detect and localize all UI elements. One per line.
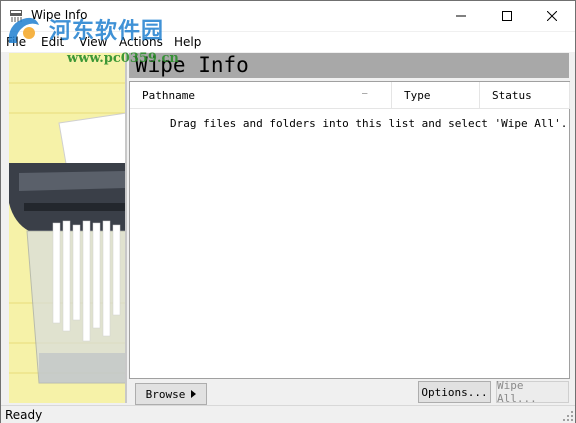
resize-grip-icon[interactable] <box>563 411 573 421</box>
status-text: Ready <box>5 408 43 422</box>
arrow-right-icon <box>191 390 197 398</box>
watermark-logo-icon <box>8 17 39 43</box>
file-list[interactable]: Pathname – Type Status Drag files and fo… <box>129 81 570 379</box>
app-window: Wipe Info File Edit View Actions Help <box>0 0 576 423</box>
maximize-icon <box>502 11 512 21</box>
wipe-all-button-label: Wipe All... <box>497 379 537 405</box>
menu-help[interactable]: Help <box>174 35 201 49</box>
maximize-button[interactable] <box>484 1 530 31</box>
browse-button[interactable]: Browse <box>135 383 207 405</box>
banner: Wipe Info <box>129 53 569 78</box>
column-header-pathname[interactable]: Pathname – <box>130 82 392 109</box>
minimize-icon <box>456 15 466 17</box>
wipe-all-button[interactable]: Wipe All... <box>496 379 569 405</box>
sort-indicator-icon: – <box>362 89 368 99</box>
column-label-type: Type <box>404 89 431 102</box>
options-button[interactable]: Options... <box>418 381 491 403</box>
column-label-pathname: Pathname <box>142 89 195 102</box>
shredder-artwork <box>9 53 127 403</box>
options-button-label: Options... <box>421 385 488 399</box>
close-icon <box>547 11 557 21</box>
browse-button-label: Browse <box>145 387 186 401</box>
empty-list-hint: Drag files and folders into this list an… <box>170 117 568 130</box>
close-button[interactable] <box>529 1 575 31</box>
column-label-status: Status <box>492 89 532 102</box>
watermark-text: 河东软件园 <box>49 18 165 44</box>
column-header-status[interactable]: Status <box>480 82 570 109</box>
minimize-button[interactable] <box>438 1 484 31</box>
status-bar: Ready <box>1 405 575 423</box>
shredder-image <box>9 53 125 403</box>
column-header-type[interactable]: Type <box>392 82 480 109</box>
watermark-url: www.pc0359.cn <box>67 51 179 66</box>
